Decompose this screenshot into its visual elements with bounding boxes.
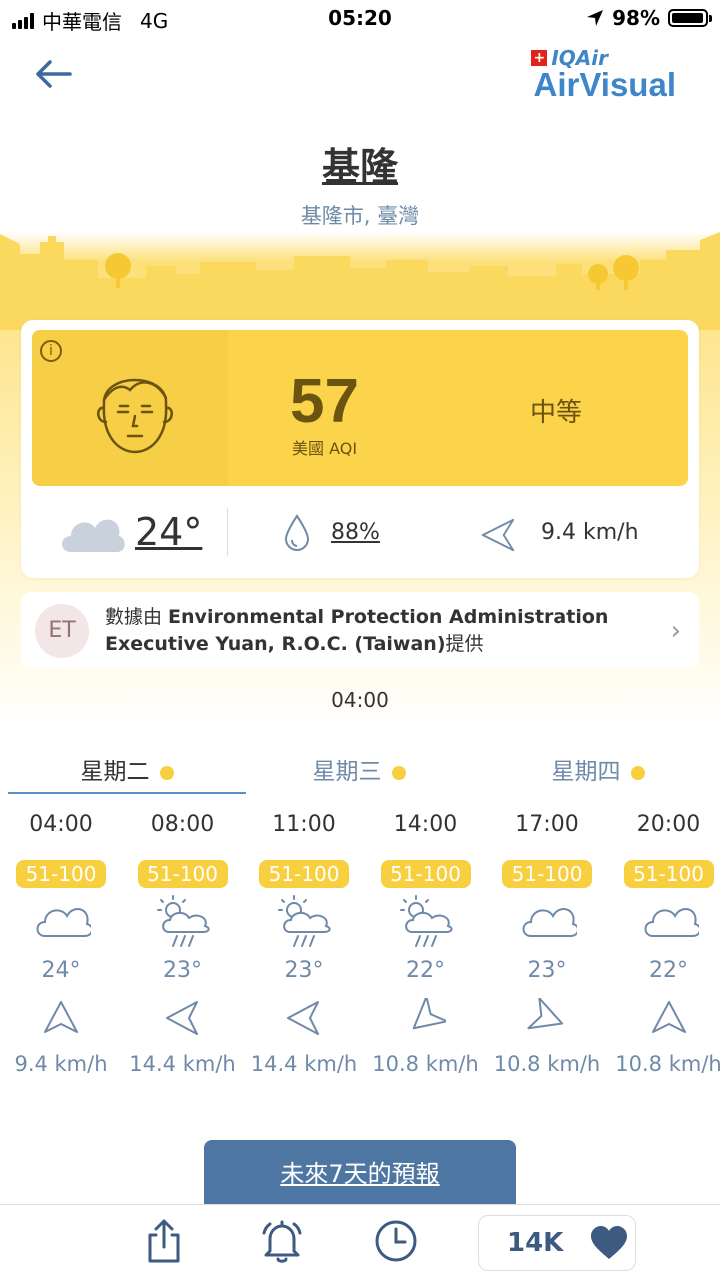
cloud-icon	[517, 892, 577, 952]
wind-direction-icon	[406, 998, 446, 1038]
hour-temperature: 22°	[608, 958, 720, 988]
bottom-toolbar: 14K	[0, 1204, 720, 1281]
hour-time: 17:00	[486, 812, 608, 842]
heart-icon	[589, 1225, 629, 1261]
cloud-icon	[57, 506, 127, 558]
city-name[interactable]: 基隆	[0, 136, 720, 191]
hourly-forecast: 04:00 51-100 24° 9.4 km/h 08:00 51-100 23° 14.4…	[0, 812, 720, 1082]
hour-temperature: 23°	[122, 958, 244, 988]
clock-icon[interactable]	[372, 1217, 420, 1265]
status-bar: 中華電信 4G 05:20 98%	[0, 0, 720, 36]
app-header: + IQAir AirVisual	[0, 36, 720, 113]
share-icon[interactable]	[140, 1217, 188, 1265]
data-source-row[interactable]: ET 數據由 Environmental Protection Administ…	[21, 592, 699, 668]
hourly-column: 20:00 51-100 22° 10.8 km/h	[608, 812, 720, 1076]
source-text: 數據由 Environmental Protection Administrat…	[105, 604, 665, 658]
likes-button[interactable]: 14K	[478, 1215, 636, 1271]
info-icon[interactable]: i	[40, 340, 62, 362]
hour-wind-speed: 10.8 km/h	[486, 1052, 608, 1076]
city-skyline-illustration	[0, 230, 720, 330]
hour-time: 14:00	[365, 812, 487, 842]
tab-thursday[interactable]: 星期四	[478, 752, 718, 792]
current-wind: 9.4 km/h	[541, 520, 639, 545]
hour-temperature: 22°	[365, 958, 487, 988]
hour-aqi-badge[interactable]: 51-100	[138, 860, 228, 888]
hour-aqi-badge[interactable]: 51-100	[502, 860, 592, 888]
sun-rain-icon	[274, 892, 334, 952]
hourly-column: 14:00 51-100 22° 10.8 km/h	[365, 812, 487, 1076]
hour-time: 08:00	[122, 812, 244, 842]
face-icon	[90, 360, 180, 456]
brand-main: AirVisual	[534, 66, 676, 104]
likes-count: 14K	[507, 1228, 563, 1258]
cloud-icon	[31, 892, 91, 952]
swiss-cross-icon: +	[531, 50, 547, 66]
wind-direction-icon	[284, 998, 324, 1038]
hour-wind-speed: 9.4 km/h	[0, 1052, 122, 1076]
hour-wind-speed: 14.4 km/h	[122, 1052, 244, 1076]
hour-wind-speed: 10.8 km/h	[365, 1052, 487, 1076]
battery-percent: 98%	[612, 6, 660, 30]
hour-temperature: 24°	[0, 958, 122, 988]
battery-fill	[672, 13, 703, 23]
hourly-column: 17:00 51-100 23° 10.8 km/h	[486, 812, 608, 1076]
seven-day-forecast-button[interactable]: 未來7天的預報	[204, 1140, 516, 1206]
aqi-dot-icon	[631, 766, 645, 780]
hourly-column: 08:00 51-100 23° 14.4 km/h	[122, 812, 244, 1076]
current-humidity[interactable]: 88%	[331, 520, 380, 545]
status-right: 98%	[586, 6, 708, 30]
wind-direction-icon	[41, 998, 81, 1038]
battery-icon	[668, 9, 708, 27]
current-weather-row: 24° 88% 9.4 km/h	[21, 500, 699, 570]
wind-direction-icon	[479, 516, 517, 554]
tab-tuesday[interactable]: 星期二	[8, 752, 246, 794]
day-tabs: 星期二 星期三 星期四	[0, 752, 720, 794]
aqi-panel[interactable]: i 57 美國 AQI 中等	[32, 330, 688, 486]
current-temperature[interactable]: 24°	[135, 510, 202, 554]
wind-direction-icon	[649, 998, 689, 1038]
location-arrow-icon	[586, 9, 604, 27]
hour-aqi-badge[interactable]: 51-100	[16, 860, 106, 888]
aqi-label: 美國 AQI	[292, 435, 357, 459]
humidity-drop-icon	[283, 514, 311, 552]
tab-label: 星期三	[313, 759, 382, 785]
sun-rain-icon	[153, 892, 213, 952]
source-prefix: 數據由	[105, 606, 168, 628]
updated-time: 04:00	[0, 688, 720, 712]
hour-aqi-badge[interactable]: 51-100	[381, 860, 471, 888]
source-avatar: ET	[35, 604, 89, 658]
aqi-value: 57	[290, 366, 359, 437]
hour-temperature: 23°	[486, 958, 608, 988]
hour-wind-speed: 10.8 km/h	[608, 1052, 720, 1076]
chevron-right-icon: ›	[671, 616, 681, 646]
aqi-dot-icon	[160, 766, 174, 780]
sun-rain-icon	[396, 892, 456, 952]
hour-time: 04:00	[0, 812, 122, 842]
hour-time: 11:00	[243, 812, 365, 842]
source-name: Environmental Protection Administration …	[105, 606, 608, 655]
tab-label: 星期四	[552, 759, 621, 785]
cloud-icon	[639, 892, 699, 952]
tab-label: 星期二	[81, 759, 150, 785]
source-suffix: 提供	[446, 633, 484, 655]
hour-aqi-badge[interactable]: 51-100	[624, 860, 714, 888]
aqi-level: 中等	[530, 392, 582, 429]
hour-temperature: 23°	[243, 958, 365, 988]
divider	[227, 508, 228, 556]
wind-direction-icon	[163, 998, 203, 1038]
hourly-column: 04:00 51-100 24° 9.4 km/h	[0, 812, 122, 1076]
hourly-column: 11:00 51-100 23° 14.4 km/h	[243, 812, 365, 1076]
aqi-dot-icon	[392, 766, 406, 780]
bell-icon[interactable]	[258, 1217, 306, 1265]
back-arrow-icon[interactable]	[30, 54, 80, 94]
hour-aqi-badge[interactable]: 51-100	[259, 860, 349, 888]
wind-direction-icon	[527, 998, 567, 1038]
hour-time: 20:00	[608, 812, 720, 842]
city-subtitle: 基隆市, 臺灣	[0, 200, 720, 230]
hour-wind-speed: 14.4 km/h	[243, 1052, 365, 1076]
tab-wednesday[interactable]: 星期三	[248, 752, 470, 792]
